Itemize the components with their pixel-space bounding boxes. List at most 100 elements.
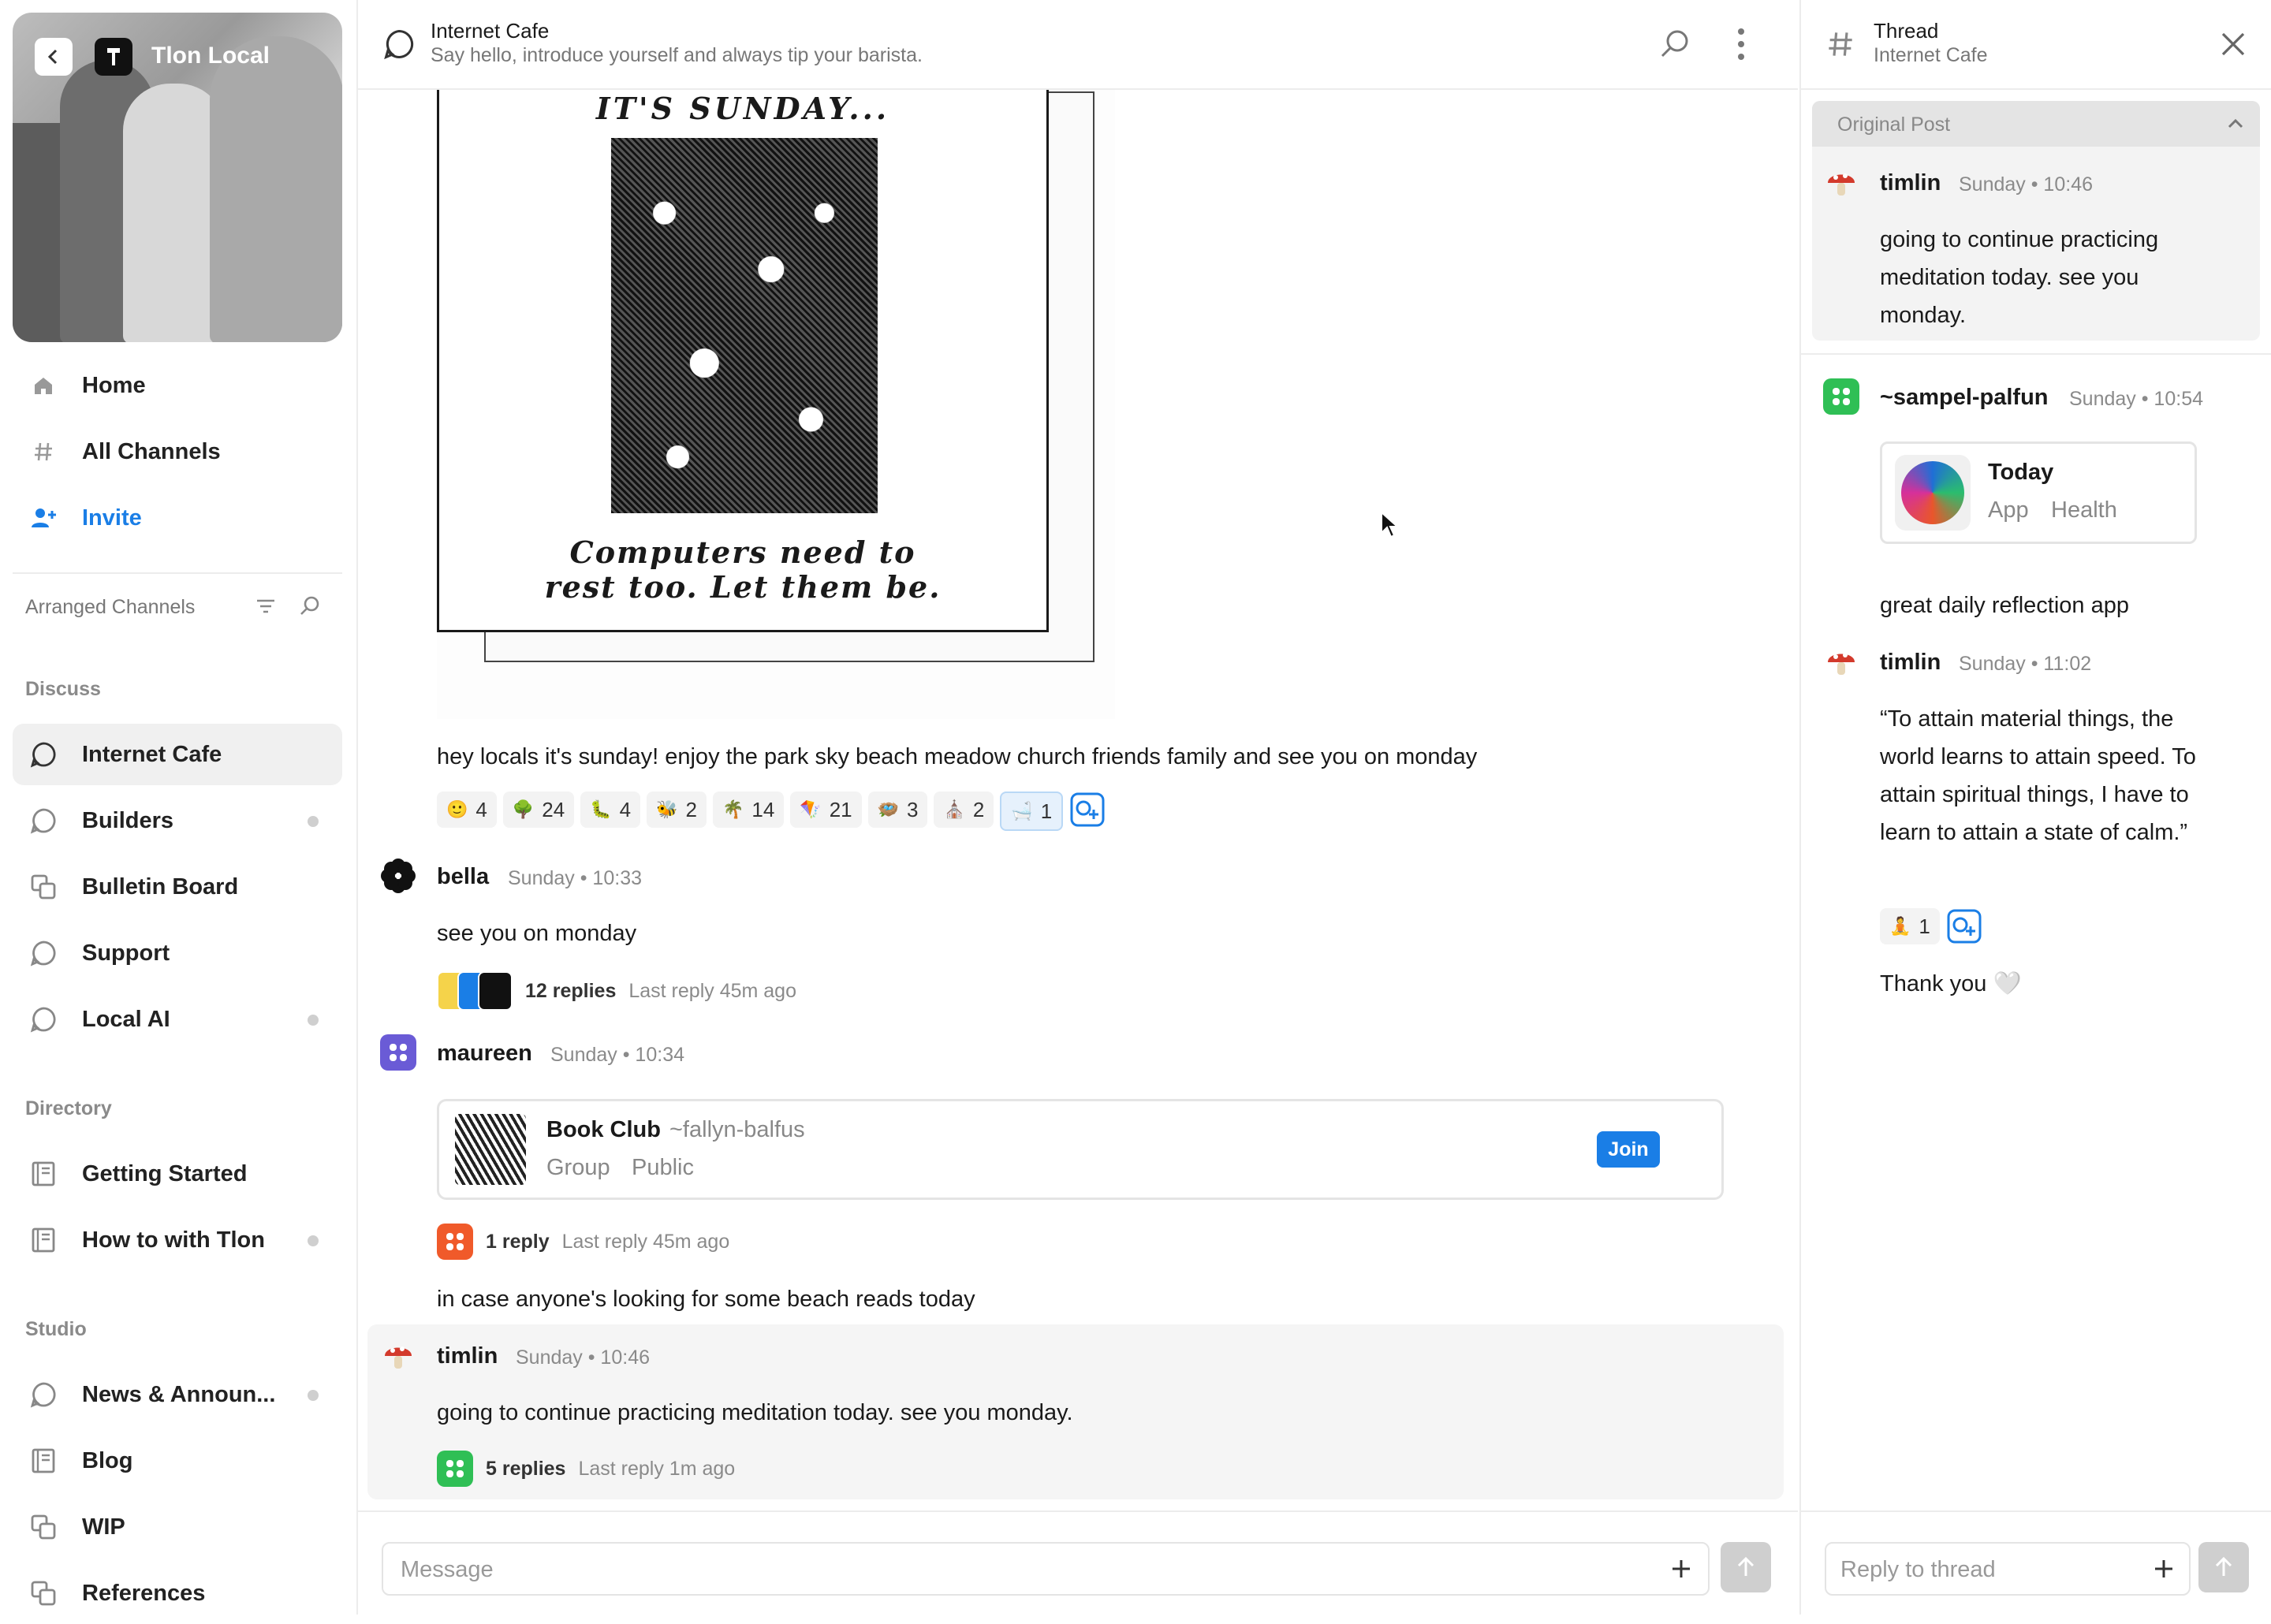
avatar-maureen[interactable] <box>380 1034 416 1071</box>
mushroom-avatar-icon <box>385 1347 412 1369</box>
reaction-chip[interactable]: ⛪ 2 <box>934 792 994 828</box>
chat-bubble-icon <box>30 1006 57 1033</box>
reaction-count: 14 <box>751 797 775 821</box>
channel-news-announcements[interactable]: News & Announ... <box>13 1364 342 1425</box>
reaction-count: 4 <box>475 797 487 821</box>
channel-builders[interactable]: Builders <box>13 790 342 851</box>
reaction-chip[interactable]: 🪁 21 <box>790 792 862 828</box>
add-attachment-icon[interactable] <box>1667 1555 1695 1583</box>
reaction-chip[interactable]: 🐝 2 <box>647 792 707 828</box>
channel-bulletin-board[interactable]: Bulletin Board <box>13 856 342 918</box>
unread-dot <box>308 1015 319 1026</box>
avatar-timlin[interactable] <box>1823 164 1859 200</box>
original-post-toggle[interactable]: Original Post <box>1812 101 2260 147</box>
add-attachment-icon[interactable] <box>2150 1555 2178 1583</box>
channel-blog[interactable]: Blog <box>13 1430 342 1492</box>
channel-support-label: Support <box>82 940 170 966</box>
reaction-chip[interactable]: 🧘 1 <box>1880 908 1940 944</box>
reaction-chip[interactable]: 🙂 4 <box>437 792 497 828</box>
message-timestamp: Sunday • 11:02 <box>1959 653 2092 675</box>
channel-bulletin-board-label: Bulletin Board <box>82 873 239 900</box>
search-channels-icon[interactable] <box>298 594 322 622</box>
app-card[interactable]: Today App Health <box>1880 441 2197 544</box>
reaction-count: 4 <box>619 797 632 821</box>
thread-channel-name: Internet Cafe <box>1874 44 1988 66</box>
channel-internet-cafe[interactable]: Internet Cafe <box>13 724 342 785</box>
back-button[interactable] <box>35 38 73 76</box>
message-timestamp: Sunday • 10:46 <box>516 1347 650 1369</box>
group-icon <box>95 38 132 76</box>
reaction-chip[interactable]: 🌴 14 <box>712 792 785 828</box>
join-button[interactable]: Join <box>1597 1131 1660 1168</box>
channel-title: Internet Cafe <box>431 19 550 43</box>
add-reaction-button[interactable] <box>1069 792 1106 828</box>
thread-title: Thread <box>1874 19 1939 43</box>
app-card-tag: Health <box>2051 497 2117 523</box>
sidebar: Tlon Local Home All Channels Invite Arra… <box>0 0 358 1615</box>
mouse-cursor-icon <box>1381 511 1399 538</box>
message-text: great daily reflection app <box>1880 593 2129 618</box>
channel-local-ai-label: Local AI <box>82 1006 170 1032</box>
author-name[interactable]: maureen <box>437 1041 532 1067</box>
reaction-chip[interactable]: 🌳 24 <box>502 792 575 828</box>
reaction-emoji: ⛪ <box>943 799 965 819</box>
send-reply-button[interactable] <box>2198 1542 2249 1592</box>
send-button[interactable] <box>1721 1542 1771 1592</box>
message-text: “To attain material things, the world le… <box>1880 706 2196 845</box>
chat-bubble-icon <box>383 28 415 64</box>
close-thread-button[interactable] <box>2216 27 2250 61</box>
thread-panel: Thread Internet Cafe Original Post timli… <box>1799 0 2271 1615</box>
arranged-channels-label: Arranged Channels <box>25 596 196 618</box>
unread-dot <box>308 1390 319 1401</box>
author-name[interactable]: timlin <box>1880 170 1941 196</box>
composer-divider <box>358 1510 1798 1512</box>
arrow-up-icon <box>2215 1556 2232 1576</box>
author-name[interactable]: timlin <box>437 1343 498 1369</box>
message-text: Thank you 🤍 <box>1880 971 2022 996</box>
gallery-icon <box>30 1580 57 1607</box>
filter-icon[interactable] <box>254 594 278 622</box>
reply-input[interactable] <box>1839 1551 2126 1588</box>
channel-getting-started[interactable]: Getting Started <box>13 1143 342 1205</box>
reaction-emoji: 🛁 <box>1011 801 1033 821</box>
more-options-icon[interactable] <box>1735 27 1747 65</box>
replies-summary[interactable]: 1 reply Last reply 45m ago <box>437 1224 729 1260</box>
channel-how-to-with-tlon[interactable]: How to with Tlon <box>13 1209 342 1271</box>
nav-invite[interactable]: Invite <box>13 487 342 549</box>
mushroom-avatar-icon <box>1828 653 1855 675</box>
channel-support[interactable]: Support <box>13 922 342 984</box>
search-icon[interactable] <box>1659 28 1691 64</box>
flower-avatar-icon <box>381 859 416 893</box>
author-name[interactable]: ~sampel-palfun <box>1880 385 2049 411</box>
channel-getting-started-label: Getting Started <box>82 1160 248 1186</box>
nav-home[interactable]: Home <box>13 355 342 416</box>
replies-summary[interactable]: 12 replies Last reply 45m ago <box>437 971 796 1011</box>
author-name[interactable]: timlin <box>1880 650 1941 676</box>
add-reaction-button[interactable] <box>1946 908 1982 944</box>
group-card-title: Book Club <box>546 1117 661 1142</box>
avatar-timlin[interactable] <box>380 1337 416 1373</box>
message-input[interactable] <box>399 1551 1585 1588</box>
group-invite-card[interactable]: Book Club ~fallyn-balfus Group Public Jo… <box>437 1099 1724 1200</box>
avatar <box>437 1451 473 1487</box>
app-icon <box>1895 455 1971 531</box>
message-text: hey locals it's sunday! enjoy the park s… <box>437 744 1478 769</box>
channel-wip[interactable]: WIP <box>13 1496 342 1558</box>
reaction-chip-selected[interactable]: 🛁 1 <box>1000 792 1064 831</box>
replies-summary[interactable]: 5 replies Last reply 1m ago <box>437 1451 735 1487</box>
reaction-bar: 🙂 4 🌳 24 🐛 4 🐝 2 🌴 14 🪁 21 🪺 3 ⛪ 2 🛁 1 <box>437 792 1106 831</box>
reaction-chip[interactable]: 🪺 3 <box>867 792 928 828</box>
avatar-timlin[interactable] <box>1823 643 1859 680</box>
poster-caption: Computers need to rest too. Let them be. <box>439 535 1046 605</box>
nav-all-channels[interactable]: All Channels <box>13 421 342 482</box>
reaction-chip[interactable]: 🐛 4 <box>580 792 641 828</box>
avatar-bella[interactable] <box>380 858 416 894</box>
unread-dot <box>308 816 319 827</box>
channel-header: Internet Cafe Say hello, introduce yours… <box>358 0 1798 90</box>
avatar-sampel-palfun[interactable] <box>1823 378 1859 415</box>
author-name[interactable]: bella <box>437 864 489 890</box>
channel-local-ai[interactable]: Local AI <box>13 989 342 1050</box>
poster-heading: IT'S SUNDAY... <box>595 91 890 126</box>
channel-references[interactable]: References <box>13 1563 342 1624</box>
section-directory-title: Directory <box>25 1097 112 1119</box>
